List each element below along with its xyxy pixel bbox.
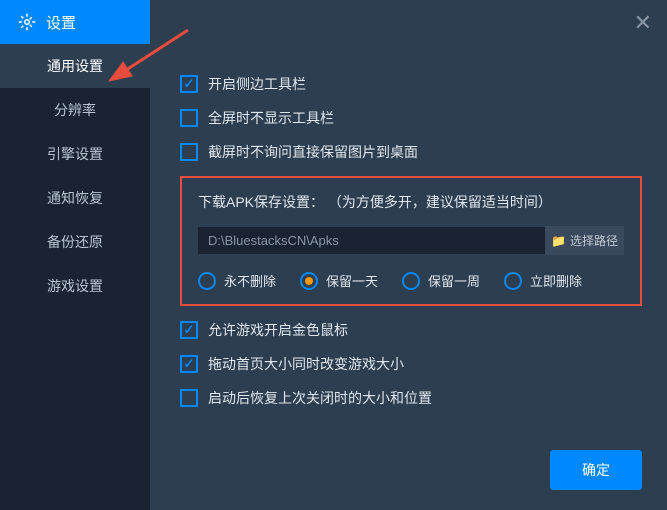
check-fullscreen-hide[interactable]: 全屏时不显示工具栏: [180, 108, 642, 128]
apk-section-title: 下载APK保存设置： （为方便多开，建议保留适当时间）: [198, 192, 624, 212]
checkbox-icon[interactable]: [180, 143, 198, 161]
close-icon[interactable]: ✕: [634, 12, 652, 34]
radio-never-delete[interactable]: 永不删除: [198, 271, 276, 290]
folder-icon: 📁: [551, 234, 566, 248]
header-title: 设置: [46, 12, 76, 33]
check-gold-cursor[interactable]: 允许游戏开启金色鼠标: [180, 320, 642, 340]
checkbox-icon[interactable]: [180, 75, 198, 93]
radio-icon[interactable]: [198, 272, 216, 290]
apk-settings-section: 下载APK保存设置： （为方便多开，建议保留适当时间） D:\Bluestack…: [180, 176, 642, 306]
radio-delete-now[interactable]: 立即删除: [504, 271, 582, 290]
radio-icon[interactable]: [402, 272, 420, 290]
gear-icon: [18, 13, 36, 31]
sidebar-item-backup[interactable]: 备份还原: [0, 220, 150, 264]
sidebar-item-resolution[interactable]: 分辨率: [0, 88, 150, 132]
confirm-button[interactable]: 确定: [550, 450, 642, 490]
check-sidebar-toolbar[interactable]: 开启侧边工具栏: [180, 74, 642, 94]
checkbox-icon[interactable]: [180, 321, 198, 339]
check-resize-game[interactable]: 拖动首页大小同时改变游戏大小: [180, 354, 642, 374]
browse-button[interactable]: 📁 选择路径: [545, 226, 624, 255]
radio-keep-day[interactable]: 保留一天: [300, 271, 378, 290]
check-screenshot-save[interactable]: 截屏时不询问直接保留图片到桌面: [180, 142, 642, 162]
radio-icon[interactable]: [504, 272, 522, 290]
checkbox-icon[interactable]: [180, 389, 198, 407]
sidebar-item-general[interactable]: 通用设置: [0, 44, 150, 88]
checkbox-icon[interactable]: [180, 355, 198, 373]
sidebar-item-notifications[interactable]: 通知恢复: [0, 176, 150, 220]
radio-keep-week[interactable]: 保留一周: [402, 271, 480, 290]
checkbox-icon[interactable]: [180, 109, 198, 127]
sidebar-item-engine[interactable]: 引擎设置: [0, 132, 150, 176]
settings-header: 设置: [0, 0, 150, 44]
apk-path-input[interactable]: D:\BluestacksCN\Apks: [198, 227, 545, 254]
sidebar-item-game[interactable]: 游戏设置: [0, 264, 150, 308]
check-restore-size[interactable]: 启动后恢复上次关闭时的大小和位置: [180, 388, 642, 408]
radio-icon[interactable]: [300, 272, 318, 290]
